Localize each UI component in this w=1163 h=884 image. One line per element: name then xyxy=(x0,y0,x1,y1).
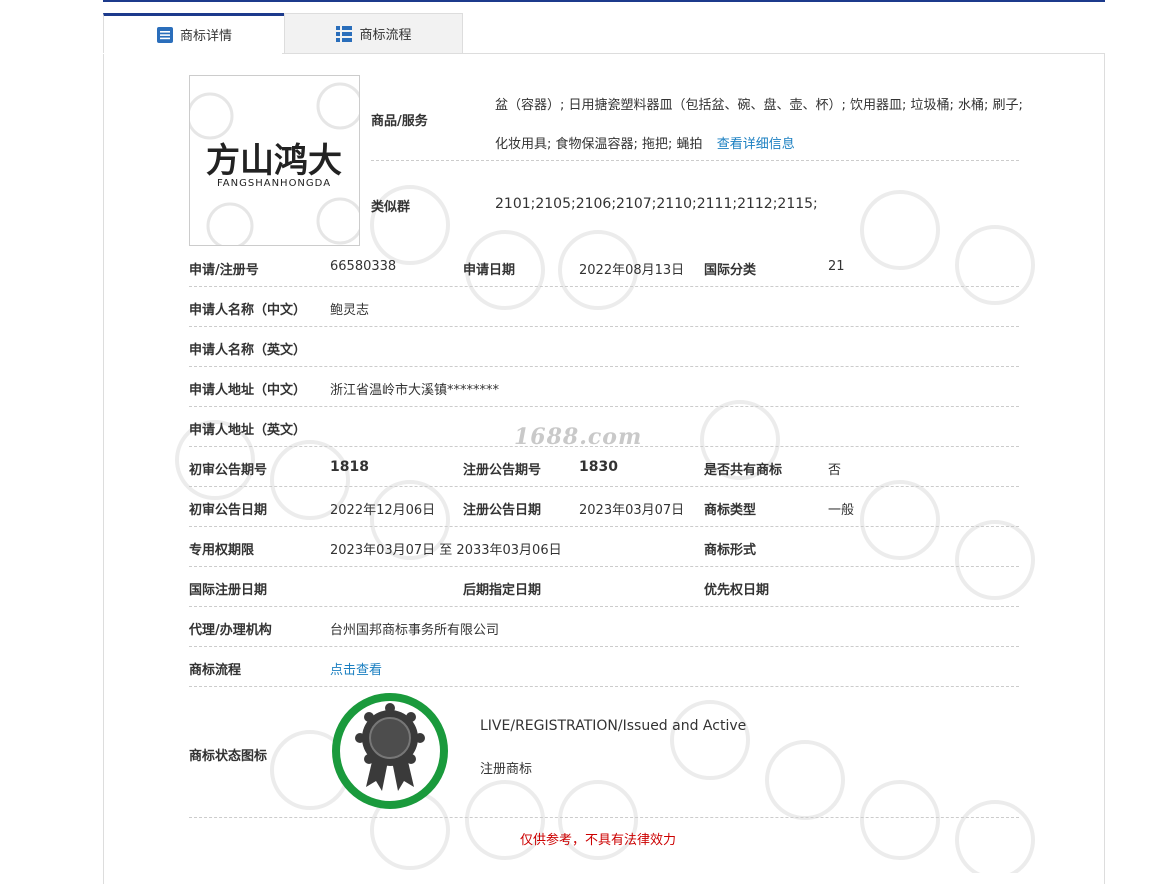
tab-bar: 商标详情 商标流程 xyxy=(103,13,1105,54)
reg-issue-number-label: 注册公告期号 xyxy=(463,463,542,478)
divider xyxy=(189,606,1019,607)
intl-class-label: 国际分类 xyxy=(704,263,757,278)
trademark-flow-label: 商标流程 xyxy=(189,663,242,678)
applicant-name-cn-label: 申请人名称（中文） xyxy=(189,303,307,318)
divider xyxy=(189,366,1019,367)
divider xyxy=(189,817,1019,818)
applicant-address-en-label: 申请人地址（英文） xyxy=(189,423,307,438)
tab-trademark-details-label: 商标详情 xyxy=(179,29,232,44)
applicant-address-cn-label: 申请人地址（中文） xyxy=(189,383,307,398)
top-accent-bar xyxy=(103,0,1105,2)
tab-trademark-flow[interactable]: 商标流程 xyxy=(284,13,463,53)
view-details-link[interactable]: 查看详细信息 xyxy=(717,137,795,152)
divider xyxy=(189,326,1019,327)
applicant-name-cn-value: 鲍灵志 xyxy=(330,303,370,318)
reg-issue-number-value: 1830 xyxy=(579,459,618,475)
reg-issue-date-label: 注册公告日期 xyxy=(463,503,542,518)
view-flow-link[interactable]: 点击查看 xyxy=(330,659,382,678)
divider xyxy=(189,646,1019,647)
divider xyxy=(371,160,1019,161)
exclusive-term-value: 2023年03月07日 至 2033年03月06日 xyxy=(330,543,562,558)
svg-text:FANGSHANHONGDA: FANGSHANHONGDA xyxy=(217,178,331,189)
svg-text:方山鸿大: 方山鸿大 xyxy=(206,141,342,181)
tab-trademark-details[interactable]: 商标详情 xyxy=(103,13,284,53)
intl-class-value: 21 xyxy=(828,259,845,274)
intl-reg-date-label: 国际注册日期 xyxy=(189,583,268,598)
goods-services-label: 商品/服务 xyxy=(371,114,428,129)
similar-group-value: 2101;2105;2106;2107;2110;2111;2112;2115; xyxy=(495,196,818,212)
application-date-label: 申请日期 xyxy=(463,263,516,278)
divider xyxy=(189,286,1019,287)
shared-trademark-label: 是否共有商标 xyxy=(704,463,783,478)
exclusive-term-label: 专用权期限 xyxy=(189,543,255,558)
registration-seal-icon xyxy=(330,691,450,811)
divider xyxy=(189,406,1019,407)
trademark-form-label: 商标形式 xyxy=(704,543,757,558)
tab-trademark-flow-label: 商标流程 xyxy=(359,28,412,43)
grid-list-icon xyxy=(335,25,353,43)
applicant-name-en-label: 申请人名称（英文） xyxy=(189,343,307,358)
agent-value: 台州国邦商标事务所有限公司 xyxy=(330,623,500,638)
legal-disclaimer: 仅供参考，不具有法律效力 xyxy=(520,833,677,848)
application-number-label: 申请/注册号 xyxy=(189,263,259,278)
status-chinese: 注册商标 xyxy=(480,762,533,777)
similar-group-label: 类似群 xyxy=(371,200,411,215)
divider xyxy=(189,566,1019,567)
goods-services-value: 盆（容器）; 日用搪瓷塑料器皿（包括盆、碗、盘、壶、杯）; 饮用器皿; 垃圾桶;… xyxy=(495,86,1025,164)
shared-trademark-value: 否 xyxy=(828,463,842,478)
agent-label: 代理/办理机构 xyxy=(189,623,272,638)
status-english: LIVE/REGISTRATION/Issued and Active xyxy=(480,718,747,734)
applicant-address-cn-value: 浙江省温岭市大溪镇******** xyxy=(330,383,500,398)
divider xyxy=(189,486,1019,487)
trademark-type-label: 商标类型 xyxy=(704,503,757,518)
prelim-issue-date-label: 初审公告日期 xyxy=(189,503,268,518)
later-designation-date-label: 后期指定日期 xyxy=(463,583,542,598)
reg-issue-date-value: 2023年03月07日 xyxy=(579,503,685,518)
divider xyxy=(189,446,1019,447)
prelim-issue-number-value: 1818 xyxy=(330,459,369,475)
divider xyxy=(189,686,1019,687)
list-doc-icon xyxy=(156,26,174,44)
application-date-value: 2022年08月13日 xyxy=(579,263,685,278)
trademark-logo-image: 方山鸿大 FANGSHANHONGDA xyxy=(189,75,360,246)
prelim-issue-number-label: 初审公告期号 xyxy=(189,463,268,478)
prelim-issue-date-value: 2022年12月06日 xyxy=(330,503,436,518)
trademark-type-value: 一般 xyxy=(828,503,855,518)
status-icon-label: 商标状态图标 xyxy=(189,749,268,764)
application-number-value: 66580338 xyxy=(330,259,397,274)
priority-date-label: 优先权日期 xyxy=(704,583,770,598)
divider xyxy=(189,526,1019,527)
